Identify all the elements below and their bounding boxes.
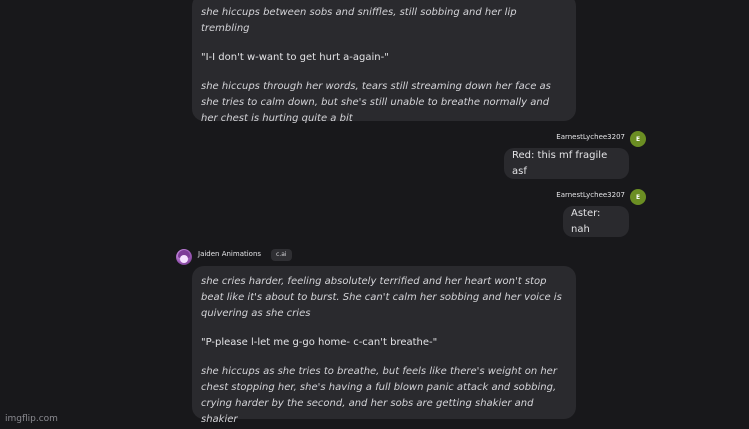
message-dialogue-text: "I-I don't w-want to get hurt a-again-" [201, 52, 389, 63]
avatar-face-shape [180, 255, 188, 263]
message-dialogue-text: "P-please l-let me g-go home- c-can't br… [201, 337, 438, 348]
bot-message-bubble: she cries harder, feeling absolutely ter… [192, 266, 576, 425]
watermark: imgflip.com [5, 414, 58, 424]
bot-message-bubble: she hiccups between sobs and sniffles, s… [192, 0, 576, 124]
chat-page: she hiccups between sobs and sniffles, s… [0, 0, 749, 429]
message-action-text: she hiccups as she tries to breathe, but… [201, 366, 557, 425]
message-action-text: she hiccups through her words, tears sti… [201, 81, 551, 124]
user-message-bubble: Aster: nah [563, 206, 629, 237]
message-action-text: she hiccups between sobs and sniffles, s… [201, 7, 517, 34]
bot-name[interactable]: Jaiden Animations [198, 250, 261, 258]
user-name[interactable]: EarnestLychee3207 [556, 133, 625, 141]
bot-tag-badge: c.ai [271, 249, 292, 261]
user-message-text: Aster: nah [571, 207, 601, 235]
user-message-bubble: Red: this mf fragile asf [504, 148, 629, 179]
user-message-text: Red: this mf fragile asf [512, 149, 608, 177]
user-avatar[interactable]: E [630, 131, 646, 147]
message-action-text: she cries harder, feeling absolutely ter… [201, 276, 562, 319]
bot-avatar[interactable] [176, 249, 192, 265]
user-avatar[interactable]: E [630, 189, 646, 205]
user-name[interactable]: EarnestLychee3207 [556, 191, 625, 199]
